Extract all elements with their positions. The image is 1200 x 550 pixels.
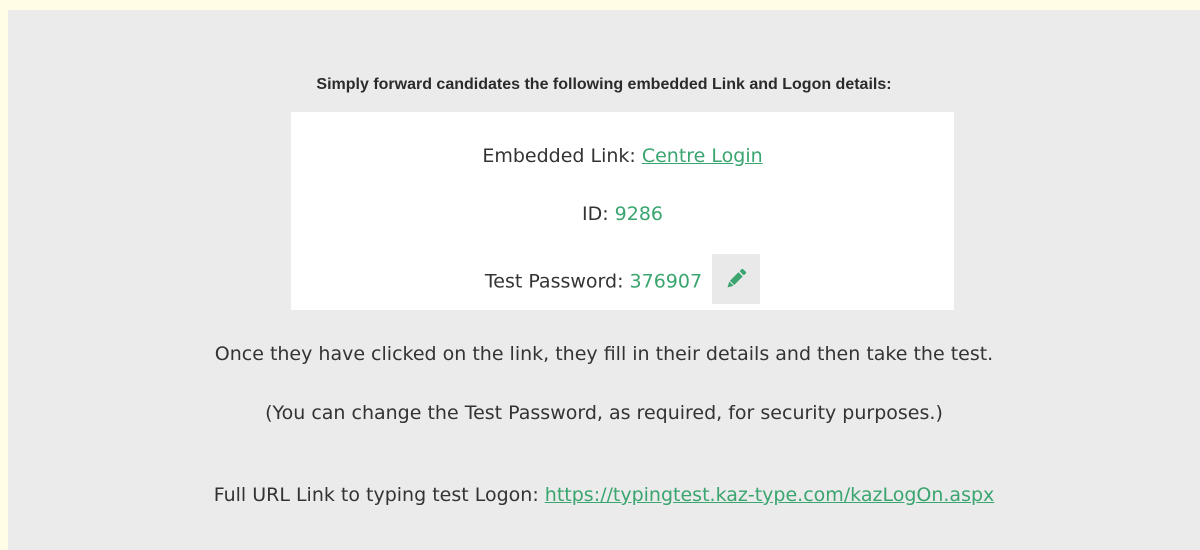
embedded-link-label: Embedded Link: — [482, 145, 636, 167]
logon-details-box: Embedded Link: Centre Login ID: 9286 Tes… — [291, 112, 954, 310]
test-password-row: Test Password: 376907 — [291, 254, 954, 307]
test-password-label: Test Password: — [484, 270, 624, 293]
full-url-label: Full URL Link to typing test Logon: — [213, 484, 539, 506]
logon-url-link[interactable]: https://typingtest.kaz-type.com/kazLogOn… — [545, 484, 994, 506]
pencil-icon — [727, 268, 747, 288]
id-row: ID: 9286 — [291, 203, 954, 225]
full-url-row: Full URL Link to typing test Logon: http… — [8, 484, 1200, 506]
edit-password-button[interactable] — [712, 254, 761, 304]
embedded-link-row: Embedded Link: Centre Login — [291, 145, 954, 167]
instructions-line-2: (You can change the Test Password, as re… — [265, 402, 943, 424]
test-password-value: 376907 — [629, 270, 703, 293]
id-label: ID: — [581, 203, 609, 225]
centre-login-link[interactable]: Centre Login — [642, 145, 763, 167]
instructions-heading: Simply forward candidates the following … — [316, 76, 892, 93]
id-value: 9286 — [614, 203, 664, 225]
instructions-line-1: Once they have clicked on the link, they… — [214, 343, 994, 365]
logon-details-panel: Simply forward candidates the following … — [8, 10, 1200, 550]
